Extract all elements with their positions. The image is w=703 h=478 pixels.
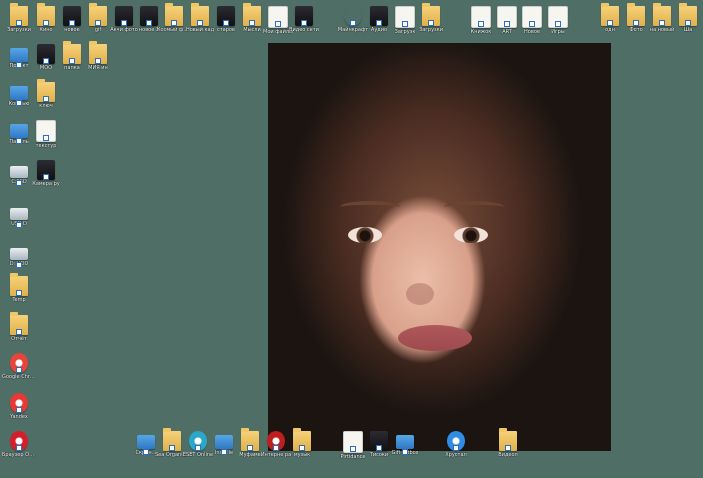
file-icon	[268, 6, 288, 28]
folder-icon	[10, 3, 28, 26]
folder-icon	[89, 3, 107, 26]
desktop-icon-label: музык	[293, 452, 311, 458]
desktop-icon[interactable]: Ша	[673, 3, 703, 33]
desktop-icon-label: Temp	[12, 297, 26, 303]
folder-icon	[10, 273, 28, 296]
dark-icon	[115, 6, 133, 26]
app-icon	[344, 6, 362, 26]
folder-icon	[422, 3, 440, 26]
desktop-icon[interactable]: МИЯ ин	[83, 41, 113, 71]
drive-icon	[10, 248, 28, 268]
pc-icon	[137, 435, 155, 455]
desktop-icon[interactable]: USB D	[4, 202, 34, 228]
folder-icon	[499, 428, 517, 451]
photo-right-brow	[444, 201, 504, 213]
photo-left-brow	[340, 201, 400, 213]
pc-icon	[215, 435, 233, 455]
file-icon	[471, 6, 491, 28]
dark-icon	[370, 6, 388, 26]
desktop-icon-label: Браузер Opera	[2, 452, 36, 458]
desktop-icon[interactable]: Браузер Opera	[2, 431, 36, 458]
desktop-icon-label: Камера ру	[32, 181, 60, 187]
desktop-icon[interactable]: ключ	[31, 79, 61, 109]
folder-icon	[163, 428, 181, 451]
pc-icon	[10, 86, 28, 106]
app-icon	[10, 353, 28, 373]
app-icon	[189, 431, 207, 451]
desktop-icon[interactable]: Панель	[4, 120, 34, 145]
desktop-icon-label: Загрузки	[419, 27, 443, 33]
desktop-icon-label: Видеол	[498, 452, 518, 458]
folder-icon	[37, 79, 55, 102]
folder-icon	[191, 3, 209, 26]
desktop-icon[interactable]: Загрузки	[416, 3, 446, 33]
desktop-icon-label: Отчёт	[11, 336, 27, 342]
folder-icon	[679, 3, 697, 26]
desktop-icon-label: Игры	[551, 29, 565, 35]
dark-icon	[37, 44, 55, 64]
dark-icon	[63, 6, 81, 26]
app-icon	[10, 431, 28, 451]
dark-icon	[140, 6, 158, 26]
photo-nose	[406, 283, 434, 305]
file-icon	[343, 431, 363, 453]
desktop-icon-label: ключ	[39, 103, 53, 109]
file-icon	[548, 6, 568, 28]
folder-icon	[37, 3, 55, 26]
desktop-icon[interactable]: Yandex	[4, 393, 34, 420]
desktop-icon-label: текстур	[35, 143, 57, 149]
desktop-icon-label: Хрустал	[445, 452, 467, 458]
drive-icon	[10, 208, 28, 228]
desktop-icon-label: Видео сети	[289, 27, 319, 33]
dark-icon	[295, 6, 313, 26]
desktop-icon[interactable]: Хрустал	[441, 431, 471, 458]
folder-icon	[601, 3, 619, 26]
dark-icon	[370, 431, 388, 451]
folder-icon	[10, 312, 28, 335]
photo-right-eye	[454, 227, 488, 243]
pc-icon	[10, 124, 28, 144]
dark-icon	[37, 160, 55, 180]
file-icon	[36, 120, 56, 142]
desktop-icon[interactable]: текстур	[31, 120, 61, 149]
photo-lips	[398, 325, 472, 351]
desktop-icon[interactable]: Google Chrome	[2, 353, 36, 380]
folder-icon	[653, 3, 671, 26]
dark-icon	[217, 6, 235, 26]
desktop-icon[interactable]: Видео сети	[289, 6, 319, 33]
desktop-icon-label: Google Chrome	[2, 374, 36, 380]
folder-icon	[241, 428, 259, 451]
app-icon	[447, 431, 465, 451]
drive-icon	[10, 166, 28, 186]
desktop-icon[interactable]: Gift Artbox	[390, 431, 420, 456]
folder-icon	[165, 3, 183, 26]
app-icon	[267, 431, 285, 451]
desktop-icon[interactable]: музык	[287, 428, 317, 458]
desktop-icon-label: Ша	[683, 27, 693, 33]
file-icon	[395, 6, 415, 28]
desktop-icon[interactable]: Камера ру	[31, 160, 61, 187]
file-icon	[497, 6, 517, 28]
desktop-icon[interactable]: Игры	[543, 6, 573, 35]
folder-icon	[89, 41, 107, 64]
desktop-icon-label: Yandex	[10, 414, 28, 420]
app-icon	[10, 393, 28, 413]
folder-icon	[627, 3, 645, 26]
pc-icon	[396, 435, 414, 455]
desktop-icon[interactable]: Temp	[4, 273, 34, 303]
desktop-icon-label: МИЯ ин	[88, 65, 108, 71]
desktop-icon[interactable]: Отчёт	[4, 312, 34, 342]
folder-icon	[293, 428, 311, 451]
desktop-icon[interactable]: D: HDD	[4, 242, 34, 268]
folder-icon	[63, 41, 81, 64]
file-icon	[522, 6, 542, 28]
wallpaper-portrait-photo	[268, 43, 611, 451]
desktop-icon[interactable]: Видеол	[493, 428, 523, 458]
folder-icon	[243, 3, 261, 26]
photo-left-eye	[348, 227, 382, 243]
pc-icon	[10, 48, 28, 68]
